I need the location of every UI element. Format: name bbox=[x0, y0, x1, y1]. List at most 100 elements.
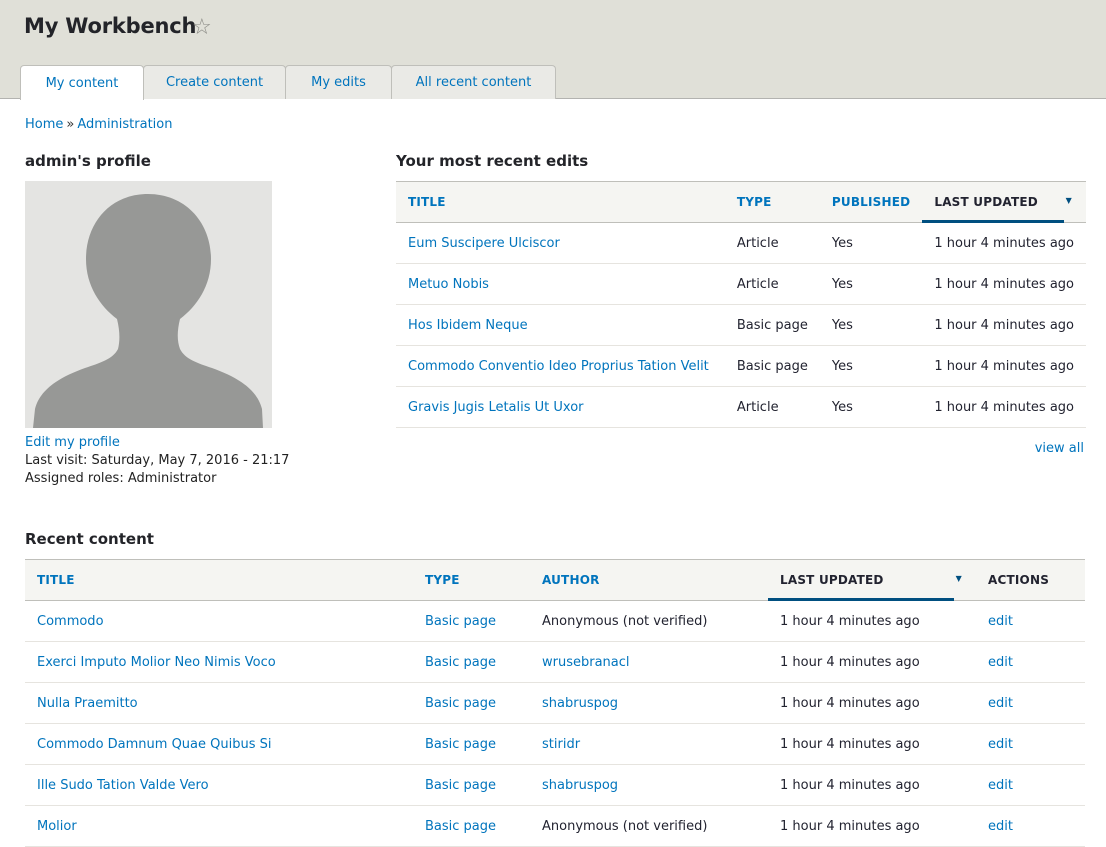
cell-type: Basic page bbox=[413, 723, 530, 765]
column-title-label[interactable]: TITLE bbox=[37, 573, 75, 587]
cell-last-updated: 1 hour 4 minutes ago bbox=[768, 641, 976, 683]
column-title-label[interactable]: TITLE bbox=[408, 195, 446, 209]
content-type-link[interactable]: Basic page bbox=[425, 614, 496, 629]
cell-author: shabruspog bbox=[530, 764, 768, 806]
sort-underline bbox=[768, 598, 954, 601]
edit-link[interactable]: edit bbox=[988, 737, 1013, 752]
content-type-link[interactable]: Basic page bbox=[425, 696, 496, 711]
edit-link[interactable]: edit bbox=[988, 655, 1013, 670]
cell-type: Basic page bbox=[724, 304, 820, 346]
tab-all-recent-content[interactable]: All recent content bbox=[391, 65, 556, 99]
assigned-roles: Assigned roles: Administrator bbox=[25, 471, 217, 486]
content-title-link[interactable]: Hos Ibidem Neque bbox=[408, 318, 528, 333]
column-title[interactable]: TITLE bbox=[25, 559, 413, 601]
cell-last-updated: 1 hour 4 minutes ago bbox=[768, 805, 976, 847]
cell-last-updated: 1 hour 4 minutes ago bbox=[922, 222, 1086, 264]
recent-content-table: TITLE TYPE AUTHOR LAST UPDATED ▼ ACTIONS… bbox=[25, 559, 1085, 847]
cell-published: Yes bbox=[819, 386, 923, 428]
cell-type: Basic page bbox=[413, 764, 530, 806]
author-name: Anonymous (not verified) bbox=[542, 818, 708, 834]
view-all-link[interactable]: view all bbox=[1035, 441, 1084, 456]
breadcrumb-administration[interactable]: Administration bbox=[77, 117, 172, 132]
sort-descending-icon[interactable]: ▼ bbox=[956, 574, 962, 583]
column-published[interactable]: PUBLISHED bbox=[819, 181, 923, 223]
content-title-link[interactable]: Commodo bbox=[37, 614, 104, 629]
edit-link[interactable]: edit bbox=[988, 778, 1013, 793]
cell-actions: edit bbox=[976, 600, 1085, 642]
breadcrumb-home[interactable]: Home bbox=[25, 117, 63, 132]
cell-actions: edit bbox=[976, 805, 1085, 847]
cell-title: Commodo Damnum Quae Quibus Si bbox=[25, 723, 413, 765]
column-author[interactable]: AUTHOR bbox=[530, 559, 768, 601]
content-type-link[interactable]: Basic page bbox=[425, 655, 496, 670]
table-row: Hos Ibidem Neque Basic page Yes 1 hour 4 mi… bbox=[396, 304, 1086, 346]
breadcrumb: Home» Administration bbox=[25, 117, 173, 132]
table-row: Commodo Conventio Ideo Proprius Tation V… bbox=[396, 345, 1086, 387]
tab-my-edits[interactable]: My edits bbox=[285, 65, 392, 99]
cell-title: Molior bbox=[25, 805, 413, 847]
star-outline-icon[interactable]: ☆ bbox=[192, 15, 212, 41]
edit-link[interactable]: edit bbox=[988, 819, 1013, 834]
content-title-link[interactable]: Nulla Praemitto bbox=[37, 696, 138, 711]
cell-last-updated: 1 hour 4 minutes ago bbox=[922, 345, 1086, 387]
cell-type: Basic page bbox=[413, 682, 530, 724]
recent-content-title: Recent content bbox=[25, 530, 154, 548]
edit-link[interactable]: edit bbox=[988, 614, 1013, 629]
author-link[interactable]: wrusebranacl bbox=[542, 655, 630, 670]
content-title-link[interactable]: Commodo Conventio Ideo Proprius Tation V… bbox=[408, 359, 709, 374]
column-title[interactable]: TITLE bbox=[396, 181, 725, 223]
table-row: Commodo Basic page Anonymous (not verified… bbox=[25, 600, 1085, 642]
cell-last-updated: 1 hour 4 minutes ago bbox=[768, 600, 976, 642]
author-link[interactable]: stiridr bbox=[542, 737, 580, 752]
table-row: Metuo Nobis Article Yes 1 hour 4 minutes ag… bbox=[396, 263, 1086, 305]
column-actions-label: ACTIONS bbox=[988, 573, 1050, 587]
column-last-updated[interactable]: LAST UPDATED ▼ bbox=[922, 181, 1086, 223]
cell-actions: edit bbox=[976, 682, 1085, 724]
cell-type: Basic page bbox=[413, 600, 530, 642]
column-type-label[interactable]: TYPE bbox=[737, 195, 772, 209]
author-link[interactable]: shabruspog bbox=[542, 778, 618, 793]
table-row: Exerci Imputo Molior Neo Nimis Voco Basic… bbox=[25, 641, 1085, 683]
content-title-link[interactable]: Commodo Damnum Quae Quibus Si bbox=[37, 737, 271, 752]
edit-link[interactable]: edit bbox=[988, 696, 1013, 711]
cell-last-updated: 1 hour 4 minutes ago bbox=[768, 682, 976, 724]
cell-type: Article bbox=[724, 222, 820, 264]
content-title-link[interactable]: Eum Suscipere Ulciscor bbox=[408, 236, 560, 251]
column-last-updated[interactable]: LAST UPDATED ▼ bbox=[768, 559, 976, 601]
recent-edits-table: TITLE TYPE PUBLISHED LAST UPDATED ▼ Eum … bbox=[396, 181, 1086, 428]
content-title-link[interactable]: Gravis Jugis Letalis Ut Uxor bbox=[408, 400, 584, 415]
edit-profile-link[interactable]: Edit my profile bbox=[25, 435, 355, 450]
content-type-link[interactable]: Basic page bbox=[425, 737, 496, 752]
column-last-updated-label[interactable]: LAST UPDATED bbox=[780, 573, 884, 587]
sort-underline bbox=[922, 220, 1064, 223]
content-title-link[interactable]: Molior bbox=[37, 819, 77, 834]
profile-block: admin's profile Edit my profile Last vis… bbox=[25, 152, 355, 486]
cell-last-updated: 1 hour 4 minutes ago bbox=[768, 764, 976, 806]
content-title-link[interactable]: Exerci Imputo Molior Neo Nimis Voco bbox=[37, 655, 276, 670]
column-published-label[interactable]: PUBLISHED bbox=[832, 195, 910, 209]
cell-published: Yes bbox=[819, 222, 923, 264]
cell-published: Yes bbox=[819, 345, 923, 387]
column-type-label[interactable]: TYPE bbox=[425, 573, 460, 587]
sort-descending-icon[interactable]: ▼ bbox=[1066, 196, 1072, 205]
column-author-label[interactable]: AUTHOR bbox=[542, 573, 600, 587]
cell-type: Article bbox=[724, 263, 820, 305]
user-silhouette-icon bbox=[25, 181, 272, 428]
page-title: My Workbench bbox=[24, 14, 197, 38]
cell-title: Ille Sudo Tation Valde Vero bbox=[25, 764, 413, 806]
tab-my-content[interactable]: My content bbox=[20, 65, 144, 100]
column-type[interactable]: TYPE bbox=[724, 181, 820, 223]
cell-author: stiridr bbox=[530, 723, 768, 765]
column-type[interactable]: TYPE bbox=[413, 559, 530, 601]
cell-published: Yes bbox=[819, 304, 923, 346]
recent-edits-block: Your most recent edits TITLE TYPE PUBLIS… bbox=[396, 152, 1086, 456]
content-type-link[interactable]: Basic page bbox=[425, 819, 496, 834]
column-last-updated-label[interactable]: LAST UPDATED bbox=[934, 195, 1038, 209]
content-title-link[interactable]: Ille Sudo Tation Valde Vero bbox=[37, 778, 209, 793]
cell-title: Exerci Imputo Molior Neo Nimis Voco bbox=[25, 641, 413, 683]
tab-create-content[interactable]: Create content bbox=[143, 65, 286, 99]
cell-type: Basic page bbox=[413, 805, 530, 847]
content-type-link[interactable]: Basic page bbox=[425, 778, 496, 793]
content-title-link[interactable]: Metuo Nobis bbox=[408, 277, 489, 292]
author-link[interactable]: shabruspog bbox=[542, 696, 618, 711]
